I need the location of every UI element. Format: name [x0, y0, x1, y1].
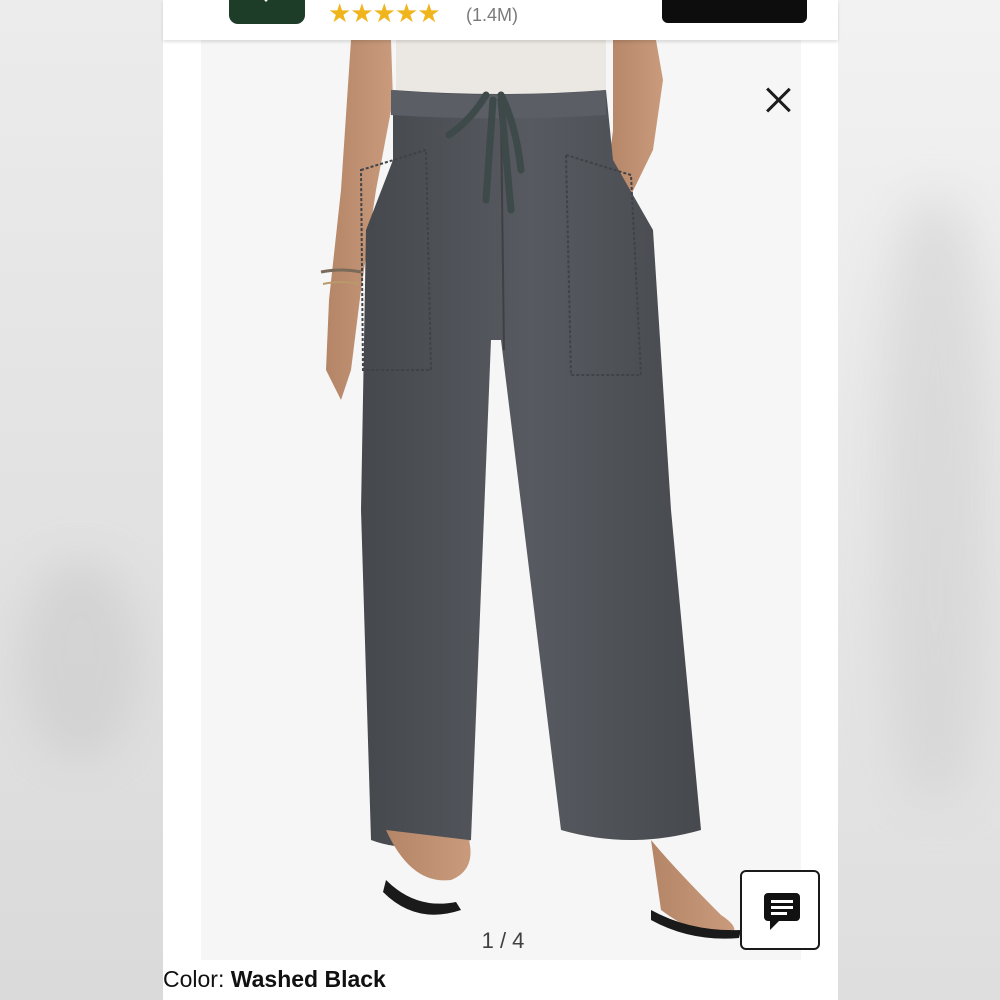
- chat-icon-line: [771, 912, 787, 915]
- rating-stars-icon: ★★★★★: [328, 0, 441, 28]
- color-prefix: Color:: [163, 966, 225, 992]
- chat-icon-line: [771, 900, 793, 903]
- get-app-button[interactable]: [662, 0, 807, 23]
- close-icon[interactable]: [765, 86, 791, 112]
- blurred-background-right: [838, 0, 1000, 1000]
- app-banner: ★★★★★ (1.4M): [163, 0, 838, 40]
- app-logo-icon[interactable]: [229, 0, 305, 24]
- chat-button[interactable]: [740, 870, 820, 950]
- image-page-counter: 1 / 4: [481, 928, 525, 953]
- chat-bubble-icon: [764, 893, 800, 930]
- pants-photo-illustration: [201, 40, 801, 960]
- color-value: Washed Black: [230, 966, 386, 992]
- chat-icon-line: [771, 906, 793, 909]
- product-image[interactable]: [201, 40, 801, 960]
- product-page: ★★★★★ (1.4M) 1 / 4 Color: Washed Black: [163, 0, 838, 1000]
- blurred-background-left: [0, 0, 163, 1000]
- rating-count: (1.4M): [466, 5, 519, 25]
- selected-color-label: Color: Washed Black: [163, 966, 386, 993]
